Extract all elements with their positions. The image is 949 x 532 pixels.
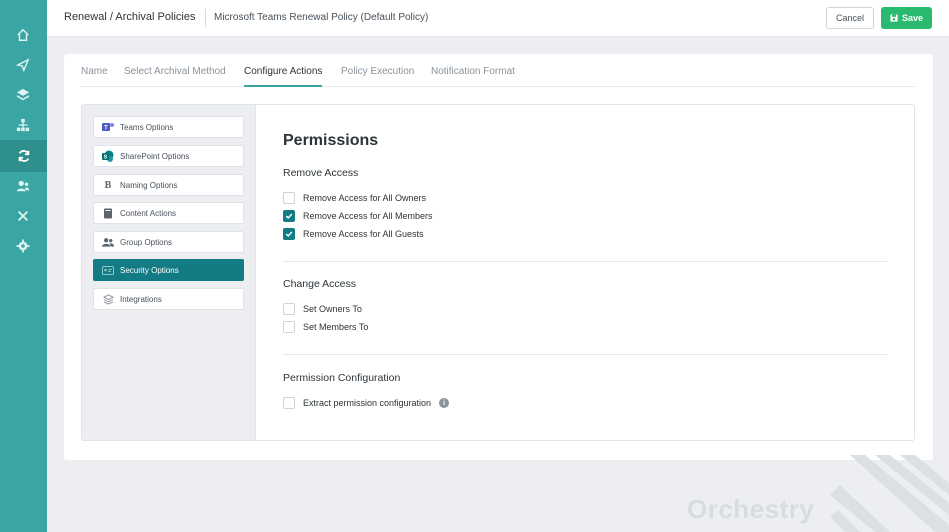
option-label: Remove Access for All Guests [303,229,424,239]
sidebar-item-label: Content Actions [120,208,177,218]
remove-access-members-option[interactable]: Remove Access for All Members [283,210,433,222]
layers-icon[interactable] [14,86,32,104]
remove-access-guests-option[interactable]: Remove Access for All Guests [283,228,424,240]
options-sidebar: T Teams Options S SharePoint Options B N… [82,105,256,440]
policy-card: Name Select Archival Method Configure Ac… [64,54,933,460]
teams-icon: T [102,121,114,133]
checkbox-checked[interactable] [283,228,295,240]
checkbox-unchecked[interactable] [283,321,295,333]
sidebar-item-naming-options[interactable]: B Naming Options [93,174,244,196]
checkbox-unchecked[interactable] [283,397,295,409]
tools-icon[interactable] [14,207,32,225]
group-icon [102,236,114,248]
section-title: Permissions [283,132,379,149]
sidebar-item-teams-options[interactable]: T Teams Options [93,116,244,138]
option-label: Set Members To [303,322,369,332]
cancel-button[interactable]: Cancel [826,7,874,29]
orchestry-watermark: Orchestry [687,494,815,524]
svg-text:T: T [104,126,108,132]
home-icon[interactable] [14,26,32,44]
info-icon[interactable]: i [439,398,450,408]
sidebar-item-sharepoint-options[interactable]: S SharePoint Options [93,145,244,167]
gear-icon[interactable] [14,237,32,255]
tab-notification-format[interactable]: Notification Format [431,66,515,87]
save-button[interactable]: Save [881,7,932,29]
sidebar-item-label: Naming Options [120,180,178,190]
sharepoint-icon: S [102,150,114,162]
option-label: Set Owners To [303,304,362,314]
sidebar-item-group-options[interactable]: Group Options [93,231,244,253]
sidebar-item-integrations[interactable]: Integrations [93,288,244,310]
breadcrumb-divider [205,9,206,27]
users-icon[interactable] [14,177,32,195]
top-bar: Renewal / Archival Policies Microsoft Te… [47,0,949,37]
wizard-tabs: Name Select Archival Method Configure Ac… [81,54,915,87]
change-access-heading: Change Access [283,278,356,290]
configure-panel: T Teams Options S SharePoint Options B N… [81,104,915,441]
orchestry-logo-graphic [830,455,949,532]
option-label: Extract permission configuration [303,398,432,408]
send-icon[interactable] [14,56,32,74]
section-divider [283,261,887,262]
refresh-icon[interactable] [0,140,47,172]
checkmark-icon [285,213,293,220]
checkbox-checked[interactable] [283,210,295,222]
save-label: Save [901,13,924,23]
book-icon [102,207,114,219]
permission-configuration-heading: Permission Configuration [283,372,401,384]
sidebar-item-label: Group Options [120,237,173,247]
option-label: Remove Access for All Members [303,211,433,221]
checkbox-unchecked[interactable] [283,303,295,315]
tab-policy-execution[interactable]: Policy Execution [341,66,414,87]
tab-select-archival-method[interactable]: Select Archival Method [124,66,226,87]
floppy-disk-icon [890,14,898,22]
tab-name[interactable]: Name [81,66,108,87]
layers-icon [102,293,114,305]
permissions-section: Permissions Remove Access Remove Access … [283,105,889,440]
checkmark-icon [285,231,293,238]
hierarchy-icon[interactable] [14,116,32,134]
page-title: Microsoft Teams Renewal Policy (Default … [214,12,429,23]
sidebar-item-label: Integrations [120,294,162,304]
nav-rail [0,0,47,532]
breadcrumb[interactable]: Renewal / Archival Policies [64,11,195,23]
set-owners-option[interactable]: Set Owners To [283,303,362,315]
id-card-icon [102,264,114,276]
tab-configure-actions[interactable]: Configure Actions [244,66,323,87]
svg-text:S: S [104,155,108,161]
set-members-option[interactable]: Set Members To [283,321,368,333]
checkbox-unchecked[interactable] [283,192,295,204]
sidebar-item-label: SharePoint Options [120,151,190,161]
bold-b-icon: B [104,179,112,191]
extract-permission-option[interactable]: Extract permission configuration i [283,397,450,409]
sidebar-item-content-actions[interactable]: Content Actions [93,202,244,224]
sidebar-item-label: Teams Options [120,122,174,132]
option-label: Remove Access for All Owners [303,193,427,203]
remove-access-owners-option[interactable]: Remove Access for All Owners [283,192,426,204]
sidebar-item-security-options[interactable]: Security Options [93,259,244,281]
section-divider [283,354,887,355]
remove-access-heading: Remove Access [283,167,359,179]
sidebar-item-label: Security Options [120,265,179,275]
